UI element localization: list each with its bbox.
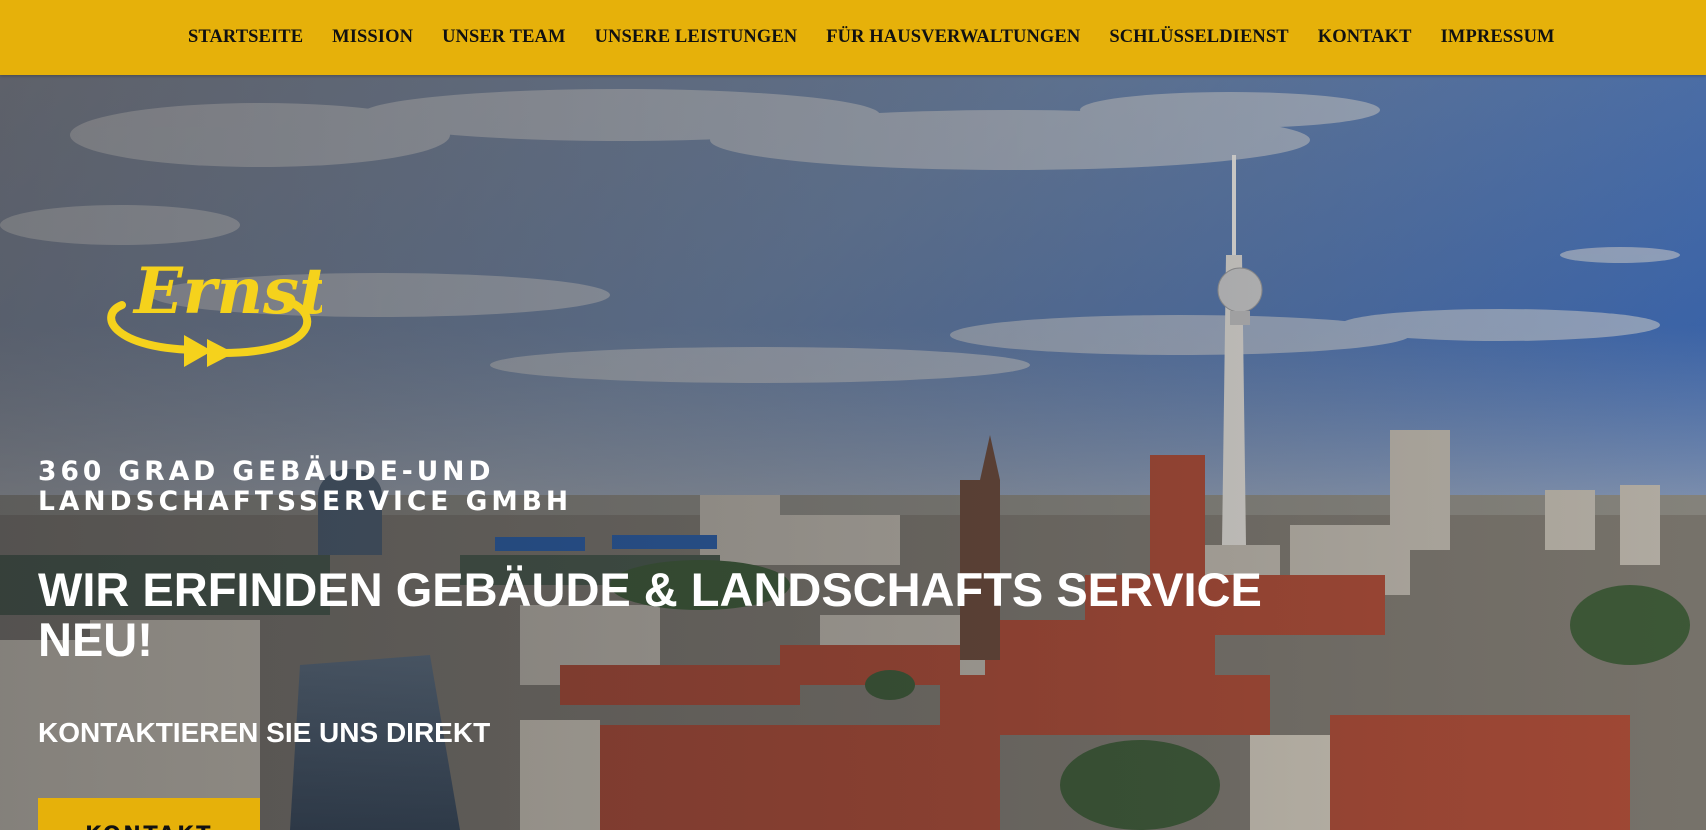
nav-item-fuer-hausverwaltungen[interactable]: FÜR HAUSVERWALTUNGEN [826, 27, 1080, 48]
nav-menu: STARTSEITE MISSION UNSER TEAM UNSERE LEI… [188, 0, 1555, 75]
nav-item-unser-team[interactable]: UNSER TEAM [442, 27, 566, 48]
logo-text: Ernst [132, 254, 322, 329]
hero-subline: KONTAKTIEREN SIE UNS DIREKT [38, 717, 491, 748]
nav-item-impressum[interactable]: IMPRESSUM [1441, 27, 1555, 48]
hero-headline: WIR ERFINDEN GEBÄUDE & LANDSCHAFTS SERVI… [38, 563, 1262, 666]
company-name: 360 GRAD GEBÄUDE-UND LANDSCHAFTSSERVICE … [38, 456, 573, 517]
kontakt-button[interactable]: KONTAKT [38, 798, 260, 830]
nav-item-mission[interactable]: MISSION [332, 27, 413, 48]
ernst-logo-icon: Ernst [107, 254, 322, 367]
nav-item-kontakt[interactable]: KONTAKT [1318, 27, 1412, 48]
hero-section: Ernst 360 GRAD GEBÄUDE-UND LANDSCHAFTSSE… [0, 75, 1706, 830]
main-navigation: STARTSEITE MISSION UNSER TEAM UNSERE LEI… [0, 0, 1706, 75]
nav-item-schluesseldienst[interactable]: SCHLÜSSELDIENST [1109, 27, 1288, 48]
nav-item-startseite[interactable]: STARTSEITE [188, 27, 303, 48]
nav-item-unsere-leistungen[interactable]: UNSERE LEISTUNGEN [595, 27, 798, 48]
